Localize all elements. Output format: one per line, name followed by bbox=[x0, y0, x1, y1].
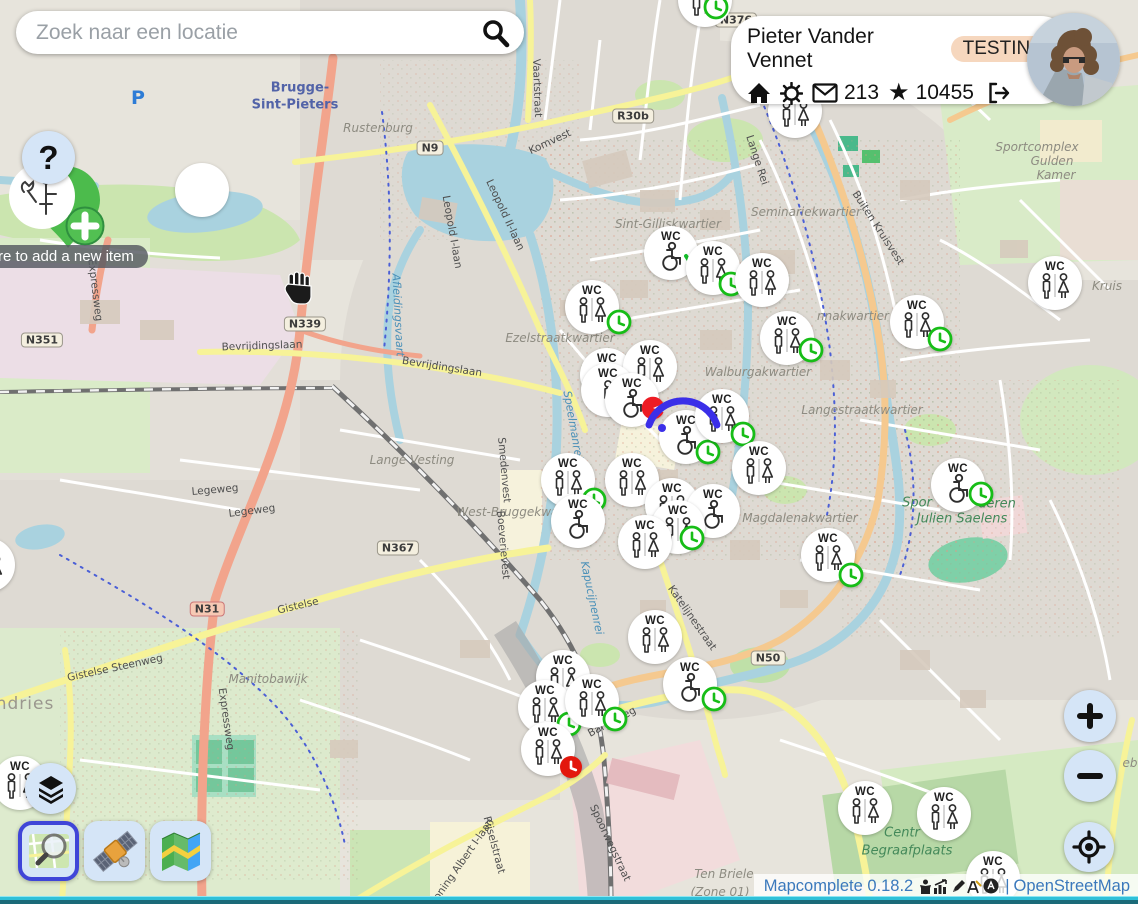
svg-text:WC: WC bbox=[752, 258, 772, 270]
wc-marker[interactable]: WC bbox=[743, 294, 831, 382]
svg-text:WC: WC bbox=[10, 761, 30, 773]
folded-map-icon bbox=[160, 831, 202, 871]
hand-cursor-icon bbox=[283, 270, 315, 306]
satellite-icon bbox=[92, 829, 138, 873]
basemap-switcher bbox=[18, 821, 211, 881]
wc-marker[interactable]: WC bbox=[821, 764, 909, 852]
svg-text:WC: WC bbox=[582, 285, 602, 297]
zoom-in-button[interactable] bbox=[1064, 690, 1116, 742]
svg-text:WC: WC bbox=[680, 662, 700, 674]
svg-text:WC: WC bbox=[855, 786, 875, 798]
gear-icon[interactable] bbox=[780, 82, 803, 105]
svg-text:WC: WC bbox=[622, 378, 642, 390]
bottom-strip bbox=[0, 896, 1138, 904]
translation-icon[interactable] bbox=[967, 879, 982, 894]
svg-text:WC: WC bbox=[1045, 261, 1065, 273]
wc-marker[interactable]: WC bbox=[1011, 239, 1099, 327]
app-version[interactable]: Mapcomplete 0.18.2 bbox=[764, 877, 914, 896]
svg-text:WC: WC bbox=[635, 520, 655, 532]
changesets-count: 10455 bbox=[916, 81, 974, 105]
logout-icon[interactable] bbox=[987, 82, 1011, 104]
svg-text:WC: WC bbox=[907, 300, 927, 312]
basemap-option-osm[interactable] bbox=[18, 821, 79, 881]
user-name: Pieter Vander Vennet bbox=[747, 25, 942, 73]
wc-marker[interactable] bbox=[158, 146, 246, 234]
svg-text:WC: WC bbox=[568, 499, 588, 511]
zoom-out-icon bbox=[1076, 762, 1104, 790]
svg-text:WC: WC bbox=[538, 727, 558, 739]
svg-text:WC: WC bbox=[582, 679, 602, 691]
attribution-separator: | bbox=[1005, 877, 1009, 896]
mail-icon[interactable] bbox=[812, 83, 838, 103]
basemap-option-map[interactable] bbox=[150, 821, 211, 881]
svg-text:WC: WC bbox=[749, 446, 769, 458]
search-bar[interactable] bbox=[16, 11, 524, 54]
svg-text:WC: WC bbox=[645, 615, 665, 627]
home-icon[interactable] bbox=[747, 81, 771, 105]
license-icon[interactable] bbox=[983, 878, 999, 894]
contributor-icon[interactable] bbox=[919, 879, 932, 894]
search-input[interactable] bbox=[34, 20, 480, 46]
blue-arc-overlay bbox=[643, 377, 723, 442]
wc-marker[interactable]: WC bbox=[873, 278, 961, 366]
avatar[interactable] bbox=[1027, 13, 1120, 106]
osm-link[interactable]: OpenStreetMap bbox=[1014, 877, 1130, 896]
wc-marker-wheelchair[interactable]: WC bbox=[914, 441, 1002, 529]
help-button[interactable]: ? bbox=[22, 131, 75, 184]
geolocate-button[interactable] bbox=[1064, 822, 1114, 872]
question-mark-icon: ? bbox=[38, 139, 58, 177]
svg-text:WC: WC bbox=[558, 458, 578, 470]
wc-marker-wheelchair[interactable]: WC bbox=[646, 640, 734, 728]
wc-marker[interactable]: WC bbox=[0, 521, 32, 609]
svg-text:WC: WC bbox=[934, 792, 954, 804]
mapcomplete-app: Brugge-Sint-PietersRustenburgVaartstraat… bbox=[0, 0, 1138, 904]
attribution-icons bbox=[919, 878, 999, 894]
map-style-osm-icon bbox=[27, 830, 71, 872]
zoom-in-icon bbox=[1076, 702, 1104, 730]
map-markers-layer: WC WC WC WC WC WC WC WC WC WC WC WC WC WC WC WC WC WC WC WC… bbox=[0, 0, 1138, 904]
svg-text:WC: WC bbox=[983, 856, 1003, 868]
layers-icon bbox=[36, 774, 66, 804]
layers-button[interactable] bbox=[25, 763, 76, 814]
svg-text:WC: WC bbox=[777, 316, 797, 328]
svg-text:WC: WC bbox=[948, 463, 968, 475]
user-panel[interactable]: Pieter Vander Vennet TESTING 213 bbox=[731, 16, 1071, 104]
unread-messages-count: 213 bbox=[844, 81, 879, 105]
wc-marker[interactable]: WC bbox=[504, 705, 592, 793]
attribution-bar[interactable]: Mapcomplete 0.18.2 | OpenStreetMap bbox=[754, 874, 1138, 898]
add-item-tooltip: re to add a new item bbox=[0, 245, 148, 268]
svg-text:WC: WC bbox=[818, 533, 838, 545]
star-icon: ★ bbox=[888, 81, 910, 105]
basemap-option-satellite[interactable] bbox=[84, 821, 145, 881]
geolocate-icon bbox=[1072, 830, 1106, 864]
zoom-out-button[interactable] bbox=[1064, 750, 1116, 802]
stats-icon[interactable] bbox=[933, 879, 950, 894]
wc-marker[interactable]: WC bbox=[784, 511, 872, 599]
search-icon[interactable] bbox=[480, 18, 510, 48]
edit-pencil-icon[interactable] bbox=[951, 879, 966, 894]
wc-marker[interactable]: WC bbox=[601, 498, 689, 586]
